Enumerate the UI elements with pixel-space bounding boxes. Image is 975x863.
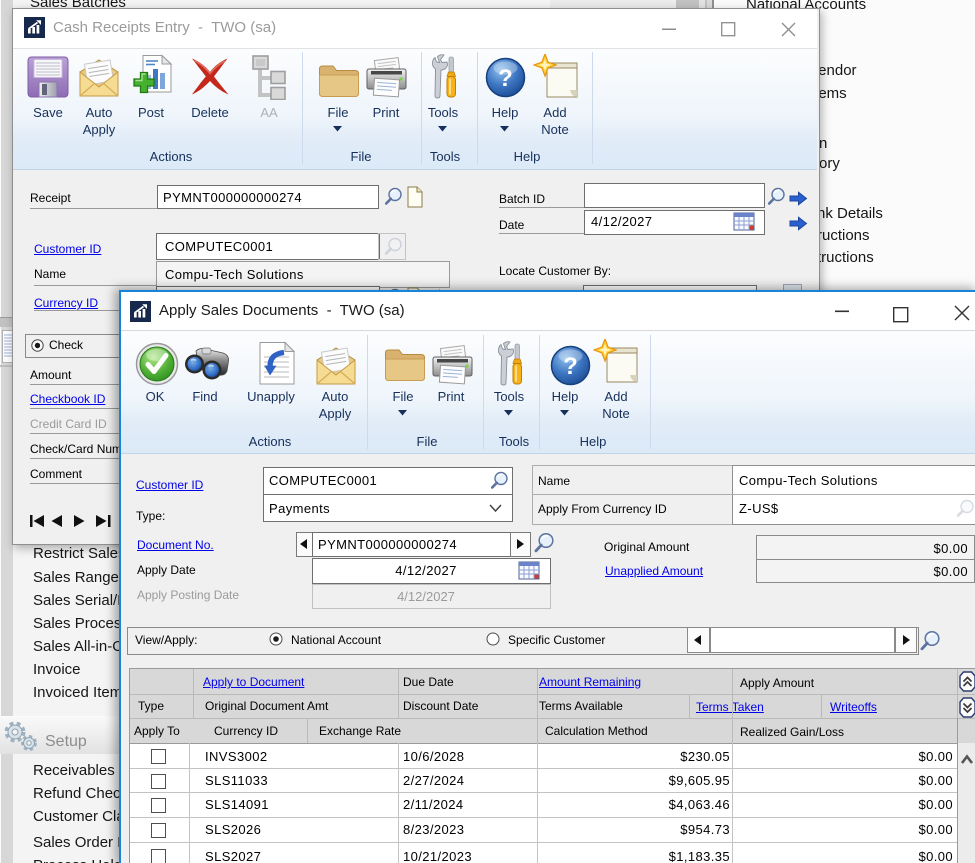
svg-text:?: ?	[563, 353, 578, 380]
svg-text:?: ?	[498, 65, 513, 92]
